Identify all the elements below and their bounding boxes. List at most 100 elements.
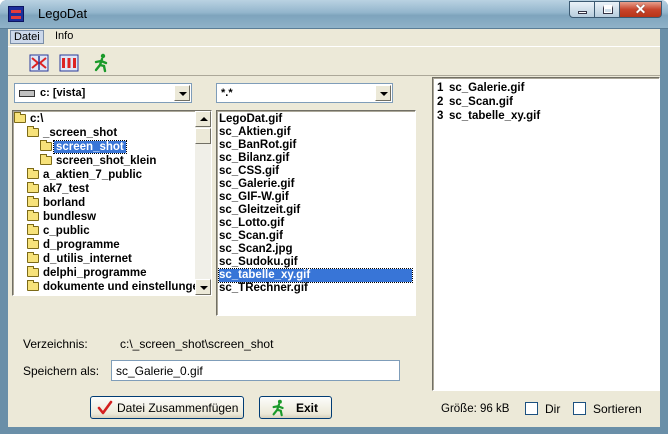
status-area: Größe: 96 kB Dir Sortieren xyxy=(432,395,660,422)
save-as-label: Speichern als: xyxy=(23,364,100,378)
selected-file-index: 3 xyxy=(437,110,444,122)
folder-tree-item[interactable]: d_utilis_internet xyxy=(27,252,134,266)
folder-tree-item[interactable]: a_aktien_7_public xyxy=(27,168,144,182)
exit-button[interactable]: Exit xyxy=(259,396,332,419)
filter-select-value: *.* xyxy=(221,87,233,99)
file-list-item[interactable]: sc_Scan.gif xyxy=(219,230,283,243)
directory-value: c:\_screen_shot\screen_shot xyxy=(120,337,274,351)
folder-tree-item-label: screen_shot xyxy=(53,140,127,154)
checkmark-icon xyxy=(97,400,113,415)
open-folder-icon xyxy=(14,112,26,123)
file-list-item[interactable]: sc_tabelle_xy.gif xyxy=(218,268,413,283)
selected-file-item[interactable]: 3 sc_tabelle_xy.gif xyxy=(437,109,540,123)
folder-tree-item[interactable]: bundlesw xyxy=(27,210,98,224)
window-title: LegoDat xyxy=(38,6,88,21)
selected-file-name: sc_Galerie.gif xyxy=(449,82,525,94)
file-list[interactable]: LegoDat.gif sc_Aktien.gif sc_BanRot.gif sc_… xyxy=(216,110,416,316)
folder-tree-item[interactable]: d_programme xyxy=(27,238,122,252)
folder-tree-scrollbar[interactable] xyxy=(195,111,211,295)
exit-label: Exit xyxy=(296,401,319,415)
file-list-item[interactable]: sc_Sudoku.gif xyxy=(219,256,298,269)
selected-files-list[interactable]: 1 sc_Galerie.gif 2 sc_Scan.gif 3 sc_tabelle_x… xyxy=(432,77,660,391)
open-folder-icon xyxy=(27,126,39,137)
folder-tree-item[interactable]: borland xyxy=(27,196,87,210)
lego-app-icon[interactable] xyxy=(8,6,24,22)
split-red-icon[interactable] xyxy=(29,53,49,73)
merge-files-button[interactable]: Datei Zusammenfügen xyxy=(90,396,244,419)
scroll-thumb[interactable] xyxy=(195,128,211,144)
file-list-item[interactable]: LegoDat.gif xyxy=(219,113,282,126)
file-list-item[interactable]: sc_CSS.gif xyxy=(219,165,279,178)
selected-file-item[interactable]: 2 sc_Scan.gif xyxy=(437,95,513,109)
dir-checkbox[interactable] xyxy=(525,402,538,415)
size-status: Größe: 96 kB xyxy=(441,403,510,415)
menu-datei[interactable]: Datei xyxy=(10,30,44,44)
menu-bar: Datei Info xyxy=(8,29,660,45)
folder-tree-item-label: a_aktien_7_public xyxy=(43,169,143,181)
file-list-item[interactable]: sc_Aktien.gif xyxy=(219,126,291,139)
folder-tree-item-label: dokumente und einstellungen xyxy=(43,281,206,293)
menu-info[interactable]: Info xyxy=(52,30,76,42)
folder-tree-item-label: c_public xyxy=(43,225,90,237)
drive-icon xyxy=(19,90,35,97)
folder-tree-item[interactable]: dokumente und einstellungen xyxy=(27,280,208,294)
folder-tree-item[interactable]: delphi_programme xyxy=(27,266,149,280)
directory-label: Verzeichnis: xyxy=(23,337,88,351)
file-list-item[interactable]: sc_TRechner.gif xyxy=(219,282,308,295)
open-folder-icon xyxy=(40,140,52,151)
file-list-item[interactable]: sc_Gleitzeit.gif xyxy=(219,204,300,217)
save-as-input[interactable] xyxy=(111,360,400,381)
toolbar xyxy=(8,46,660,76)
minimize-icon xyxy=(578,11,587,14)
folder-tree-item[interactable]: screen_shot xyxy=(40,140,127,154)
close-icon: ✕ xyxy=(634,1,647,17)
file-list-item[interactable]: sc_Scan2.jpg xyxy=(219,243,293,256)
folder-tree-item[interactable]: c_public xyxy=(27,224,92,238)
maximize-button[interactable] xyxy=(594,1,620,18)
filter-select[interactable]: *.* xyxy=(216,83,393,103)
dir-checkbox-label: Dir xyxy=(545,402,561,416)
folder-icon xyxy=(27,266,39,277)
title-bar[interactable]: LegoDat ✕ xyxy=(0,0,668,29)
scroll-up-button[interactable] xyxy=(195,111,211,127)
folder-tree-item-label: borland xyxy=(43,197,86,209)
close-button[interactable]: ✕ xyxy=(619,1,662,18)
folder-tree-item[interactable]: c:\ xyxy=(14,112,45,126)
sort-checkbox[interactable] xyxy=(573,402,586,415)
folder-tree-item[interactable]: _screen_shot xyxy=(27,126,119,140)
filter-dropdown-button[interactable] xyxy=(375,85,391,101)
selected-file-item[interactable]: 1 sc_Galerie.gif xyxy=(437,81,524,95)
running-man-icon xyxy=(272,399,284,417)
file-list-item[interactable]: sc_Galerie.gif xyxy=(219,178,294,191)
folder-tree-item-label: d_programme xyxy=(43,239,120,251)
selected-file-index: 2 xyxy=(437,96,444,108)
folder-icon xyxy=(27,182,39,193)
selected-file-name: sc_Scan.gif xyxy=(449,96,513,108)
folder-icon xyxy=(27,210,39,221)
folder-tree-item-label: screen_shot_klein xyxy=(56,155,157,167)
folder-icon xyxy=(27,224,39,235)
folder-tree-item-label: c:\ xyxy=(30,113,44,125)
file-list-item[interactable]: sc_BanRot.gif xyxy=(219,139,296,152)
running-man-icon[interactable] xyxy=(92,53,112,73)
folder-icon xyxy=(27,168,39,179)
window-controls: ✕ xyxy=(569,1,662,18)
columns-red-icon[interactable] xyxy=(59,53,79,73)
folder-icon xyxy=(27,196,39,207)
drive-dropdown-button[interactable] xyxy=(174,85,190,101)
app-window: LegoDat ✕ Datei Info c: [vista] *.* c:\ … xyxy=(0,0,668,434)
file-list-item[interactable]: sc_GIF-W.gif xyxy=(219,191,289,204)
selected-file-index: 1 xyxy=(437,82,444,94)
drive-select[interactable]: c: [vista] xyxy=(14,83,192,103)
folder-tree-item[interactable]: ak7_test xyxy=(27,182,91,196)
folder-tree[interactable]: c:\ _screen_shot screen_shot screen_shot_kl… xyxy=(12,110,212,296)
file-list-item[interactable]: sc_Lotto.gif xyxy=(219,217,284,230)
minimize-button[interactable] xyxy=(569,1,595,18)
file-list-item[interactable]: sc_Bilanz.gif xyxy=(219,152,289,165)
folder-tree-item-label: delphi_programme xyxy=(43,267,147,279)
scroll-down-button[interactable] xyxy=(195,279,211,295)
folder-tree-item[interactable]: screen_shot_klein xyxy=(40,154,158,168)
folder-icon xyxy=(40,154,52,165)
folder-icon xyxy=(27,238,39,249)
sort-checkbox-label: Sortieren xyxy=(593,402,642,416)
